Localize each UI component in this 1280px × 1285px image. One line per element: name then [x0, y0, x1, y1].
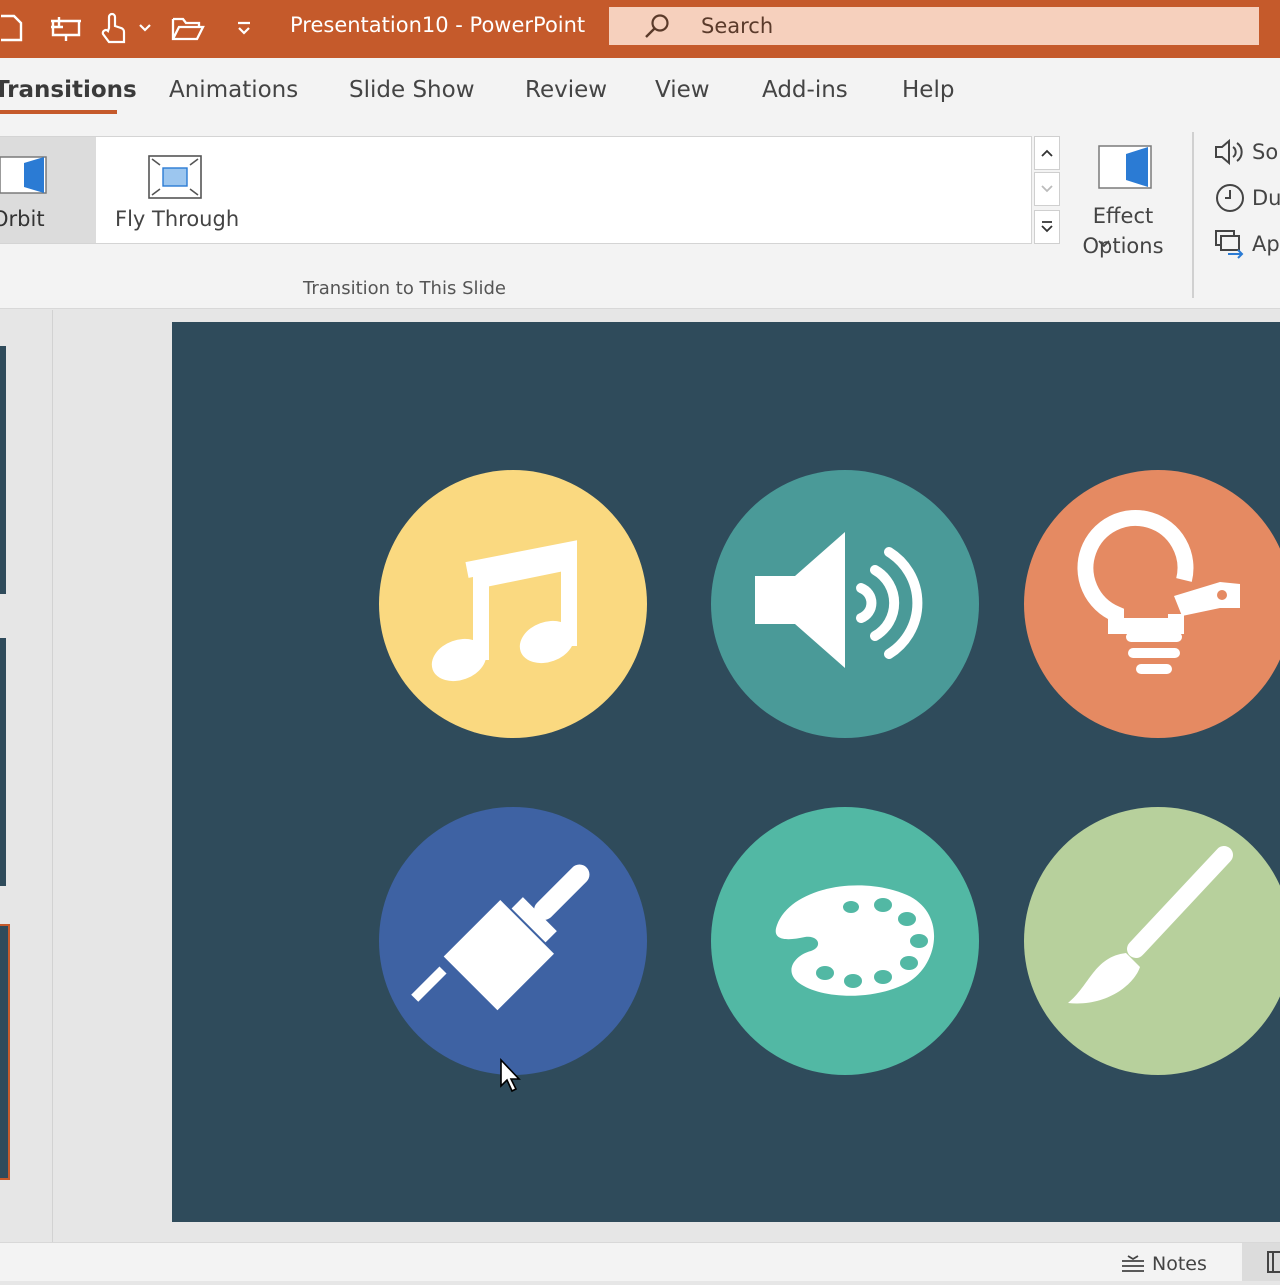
active-tab-indicator: [0, 110, 117, 114]
present-icon[interactable]: [46, 10, 84, 46]
ribbon: Orbit Fly Through Transition to This Sli…: [0, 132, 1280, 309]
tab-view[interactable]: View: [655, 74, 710, 106]
slide-canvas[interactable]: [172, 322, 1280, 1222]
transition-fly-through-label: Fly Through: [115, 207, 240, 231]
slide-thumbnail-1[interactable]: [0, 346, 6, 594]
search-placeholder: Search: [701, 14, 774, 38]
window-title: Presentation10 - PowerPoint: [290, 13, 586, 37]
touch-mode-icon[interactable]: [98, 10, 128, 46]
effect-options-button[interactable]: Effect Options: [1066, 138, 1180, 272]
tab-review[interactable]: Review: [525, 74, 607, 106]
transition-orbit-label: Orbit: [0, 207, 45, 231]
orbit-icon: [0, 156, 47, 194]
ribbon-separator: [1192, 132, 1194, 298]
sound-label: So: [1252, 140, 1279, 164]
slide-thumbnail-2[interactable]: [0, 638, 6, 886]
status-bar: Notes: [0, 1242, 1280, 1281]
notes-label: Notes: [1152, 1253, 1207, 1275]
gallery-scroll-up[interactable]: [1034, 136, 1060, 170]
search-icon: [643, 12, 671, 44]
effect-options-label-line1: Effect: [1092, 204, 1154, 228]
duration-label: Du: [1252, 186, 1280, 210]
palette-icon[interactable]: [711, 807, 979, 1075]
gallery-scroll-down[interactable]: [1034, 172, 1060, 206]
apply-to-all-label: Ap: [1252, 232, 1280, 256]
chevron-down-icon: [1098, 240, 1110, 248]
group-label-transition: Transition to This Slide: [303, 278, 506, 299]
tab-help[interactable]: Help: [902, 74, 954, 106]
mouse-cursor-icon: [499, 1057, 525, 1098]
ribbon-tabs: Transitions Animations Slide Show Review…: [0, 58, 1280, 132]
open-folder-icon[interactable]: [170, 10, 206, 46]
customize-icon[interactable]: [232, 10, 256, 46]
tab-slide-show[interactable]: Slide Show: [349, 74, 475, 106]
tab-transitions[interactable]: Transitions: [0, 74, 137, 106]
art-brush-icon[interactable]: [1024, 807, 1280, 1075]
effect-options-label-line2: Options: [1082, 234, 1164, 258]
speaker-icon[interactable]: [711, 470, 979, 738]
sound-icon: [1215, 138, 1243, 166]
notes-button[interactable]: Notes: [1120, 1251, 1207, 1277]
lightbulb-icon[interactable]: [1024, 470, 1280, 738]
paint-brush-icon[interactable]: [379, 807, 647, 1075]
tab-animations[interactable]: Animations: [169, 74, 298, 106]
clock-icon: [1216, 184, 1244, 212]
apply-all-icon: [1215, 230, 1244, 259]
gallery-more-button[interactable]: [1034, 210, 1060, 244]
new-file-icon[interactable]: [0, 10, 24, 46]
slide-thumbnail-pane: [0, 310, 53, 1242]
transition-gallery: Orbit Fly Through: [0, 136, 1032, 244]
normal-view-button[interactable]: [1242, 1243, 1280, 1281]
chevron-up-icon: [1041, 149, 1053, 157]
notes-icon: [1122, 1255, 1144, 1272]
slide-thumbnail-3-selected[interactable]: [0, 924, 10, 1180]
chevron-down-icon: [1041, 185, 1053, 193]
transition-orbit[interactable]: Orbit: [0, 137, 96, 243]
apply-to-all-button[interactable]: Ap: [1214, 228, 1280, 260]
fly-through-icon: [148, 155, 202, 199]
sound-control[interactable]: So: [1214, 136, 1278, 168]
normal-view-icon: [1267, 1251, 1280, 1273]
duration-control[interactable]: Du: [1214, 182, 1280, 214]
more-icon: [1041, 221, 1053, 233]
music-note-icon[interactable]: [379, 470, 647, 738]
tab-add-ins[interactable]: Add-ins: [762, 74, 848, 106]
search-box[interactable]: Search: [609, 7, 1259, 45]
effect-options-icon: [1098, 145, 1152, 189]
title-bar: Presentation10 - PowerPoint Search: [0, 0, 1280, 58]
touch-mode-dropdown-icon[interactable]: [136, 10, 154, 46]
